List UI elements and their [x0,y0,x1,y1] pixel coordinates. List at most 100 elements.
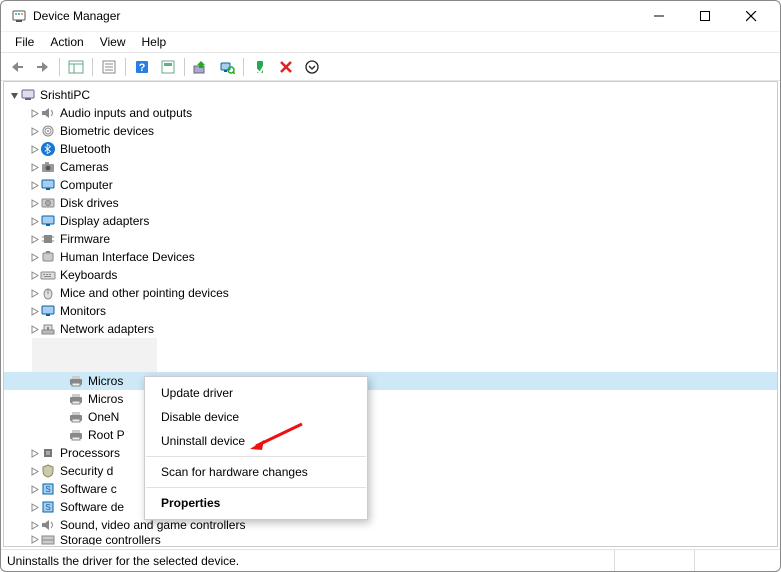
context-menu-item[interactable]: Uninstall device [145,429,367,453]
menu-help[interactable]: Help [134,33,175,51]
tree-category[interactable]: Human Interface Devices [4,248,777,266]
printer-icon [68,391,84,407]
forward-button[interactable] [31,56,55,78]
enable-device-button[interactable] [248,56,272,78]
caret-right-icon[interactable] [28,253,40,262]
disk-icon [40,195,56,211]
caret-right-icon[interactable] [28,145,40,154]
caret-right-icon[interactable] [28,217,40,226]
printer-icon [68,427,84,443]
back-button[interactable] [5,56,29,78]
tree-category[interactable]: Security d [4,462,777,480]
toolbar-separator [184,58,185,76]
tree-item-label: Micros [88,374,123,388]
context-menu-item[interactable]: Update driver [145,381,367,405]
tree-category[interactable]: Audio inputs and outputs [4,104,777,122]
close-button[interactable] [728,1,774,31]
tree-category[interactable]: Display adapters [4,212,777,230]
minimize-button[interactable] [636,1,682,31]
tree-item-label: Software de [60,500,124,514]
scan-hardware-button[interactable] [215,56,239,78]
toolbar-separator [125,58,126,76]
menu-file[interactable]: File [7,33,42,51]
tree-device[interactable]: OneN [4,408,777,426]
caret-right-icon[interactable] [28,181,40,190]
help-button[interactable]: ? [130,56,154,78]
software-icon: S [40,481,56,497]
mouse-icon [40,285,56,301]
toolbar: ? [1,53,780,81]
toolbar-separator [243,58,244,76]
window-controls [636,1,774,31]
action-button[interactable] [156,56,180,78]
update-driver-button[interactable] [189,56,213,78]
menu-action[interactable]: Action [42,33,91,51]
tree-category[interactable]: Network adapters [4,320,777,338]
tree-root[interactable]: SrishtiPC [4,86,777,104]
app-icon [11,8,27,24]
window-title: Device Manager [33,9,636,23]
context-menu-item[interactable]: Properties [145,491,367,515]
tree-item-label: Root P [88,428,125,442]
caret-right-icon[interactable] [28,289,40,298]
caret-right-icon[interactable] [28,199,40,208]
shield-icon [40,463,56,479]
tree-category[interactable]: S Software c [4,480,777,498]
caret-right-icon[interactable] [28,467,40,476]
tree-category[interactable]: Computer [4,176,777,194]
context-menu-item[interactable]: Disable device [145,405,367,429]
tree-category[interactable]: Disk drives [4,194,777,212]
tree-item-label: Software c [60,482,117,496]
tree-category[interactable]: Keyboards [4,266,777,284]
caret-right-icon[interactable] [28,109,40,118]
maximize-button[interactable] [682,1,728,31]
tree-category[interactable]: Monitors [4,302,777,320]
tree-category[interactable]: Firmware [4,230,777,248]
bluetooth-icon [40,141,56,157]
context-menu-item[interactable]: Scan for hardware changes [145,460,367,484]
caret-right-icon[interactable] [28,325,40,334]
caret-right-icon[interactable] [28,485,40,494]
redacted-region [32,338,157,372]
caret-down-icon[interactable] [8,91,20,100]
tree-category[interactable]: SSoftware de [4,498,777,516]
toolbar-separator [59,58,60,76]
properties-button[interactable] [97,56,121,78]
status-segment [614,550,694,571]
tree-device[interactable]: Micros [4,372,777,390]
context-menu: Update driverDisable deviceUninstall dev… [144,376,368,520]
caret-right-icon[interactable] [28,163,40,172]
uninstall-device-button[interactable] [274,56,298,78]
root-label: SrishtiPC [40,88,90,102]
tree-category[interactable]: Cameras [4,158,777,176]
tree-category[interactable]: Storage controllers [4,534,777,545]
caret-right-icon[interactable] [28,127,40,136]
caret-right-icon[interactable] [28,449,40,458]
storage-icon [40,534,56,545]
disable-device-button[interactable] [300,56,324,78]
caret-right-icon[interactable] [28,307,40,316]
context-menu-separator [146,487,366,488]
tree-device[interactable]: Root P [4,426,777,444]
caret-right-icon[interactable] [28,521,40,530]
menu-view[interactable]: View [92,33,134,51]
cpu-icon [40,445,56,461]
monitor-icon [40,303,56,319]
device-tree[interactable]: SrishtiPC Audio inputs and outputsBiomet… [3,81,778,547]
tree-category[interactable]: Biometric devices [4,122,777,140]
tree-item-label: Keyboards [60,268,117,282]
tree-category[interactable]: Bluetooth [4,140,777,158]
tree-device[interactable]: Micros [4,390,777,408]
tree-category[interactable]: Sound, video and game controllers [4,516,777,534]
show-hide-console-button[interactable] [64,56,88,78]
tree-item-label: Computer [60,178,113,192]
caret-right-icon[interactable] [28,503,40,512]
tree-category[interactable]: Processors [4,444,777,462]
status-text: Uninstalls the driver for the selected d… [7,554,614,568]
caret-right-icon[interactable] [28,235,40,244]
tree-category[interactable]: Mice and other pointing devices [4,284,777,302]
statusbar: Uninstalls the driver for the selected d… [1,549,780,571]
caret-right-icon[interactable] [28,535,40,544]
caret-right-icon[interactable] [28,271,40,280]
tree-item-label: Storage controllers [60,534,161,545]
